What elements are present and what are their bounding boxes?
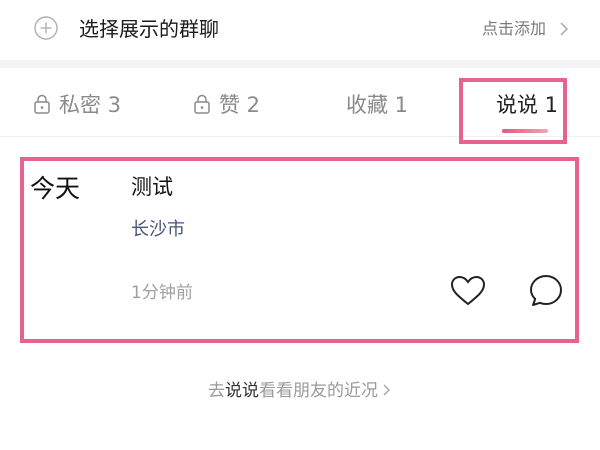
chevron-right-icon[interactable] <box>558 21 570 37</box>
group-chat-selector-row[interactable]: 选择展示的群聊 点击添加 <box>0 0 600 60</box>
section-divider <box>0 60 600 68</box>
tab-favorites[interactable]: 收藏 1 <box>346 90 408 118</box>
plus-circle-icon[interactable] <box>34 16 58 40</box>
tab-likes[interactable]: 赞 2 <box>193 90 260 118</box>
tab-highlight-frame <box>459 78 567 144</box>
post-highlight-frame <box>20 157 579 343</box>
tab-likes-label: 赞 2 <box>219 93 261 117</box>
lock-icon <box>34 94 50 114</box>
tab-private-label: 私密 3 <box>59 93 122 117</box>
hint-emphasis: 说说 <box>225 381 259 401</box>
tab-private[interactable]: 私密 3 <box>33 90 121 118</box>
lock-icon <box>194 94 210 114</box>
hint-suffix: 看看朋友的近况 <box>259 381 378 401</box>
chevron-right-icon <box>383 384 391 396</box>
hint-prefix: 去 <box>208 381 225 401</box>
tab-favorites-label: 收藏 1 <box>346 93 409 117</box>
add-group-link[interactable]: 点击添加 <box>482 17 546 41</box>
moments-hint-link[interactable]: 去说说看看朋友的近况 <box>0 377 600 405</box>
group-chat-title: 选择展示的群聊 <box>79 17 219 41</box>
